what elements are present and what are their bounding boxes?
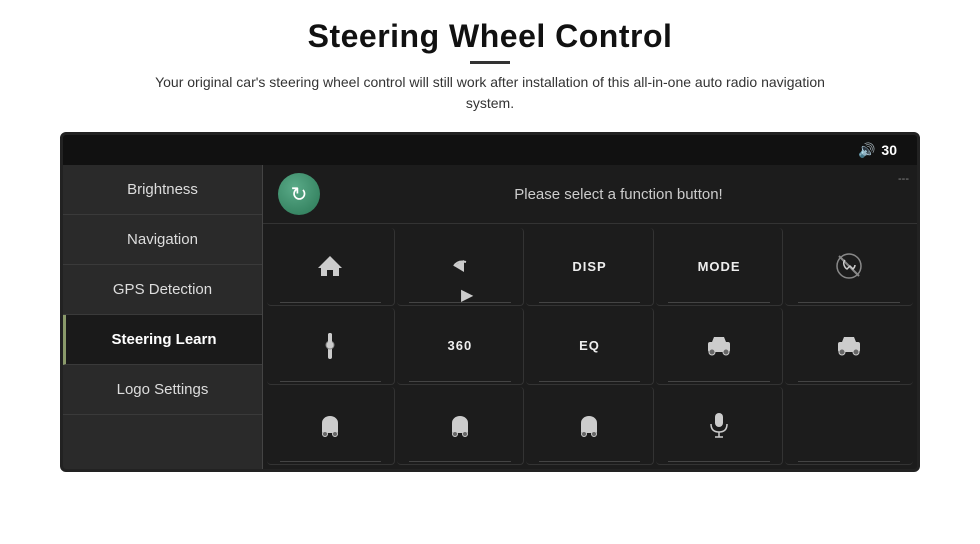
sidebar-item-navigation[interactable]: Navigation xyxy=(63,215,262,265)
screen-wrapper: 🔊 30 Brightness Navigation GPS Detection… xyxy=(60,132,920,472)
mode-label: MODE xyxy=(698,259,741,274)
func-btn-eq[interactable]: EQ xyxy=(526,308,654,386)
func-btn-car2[interactable] xyxy=(785,308,913,386)
func-btn-back[interactable] xyxy=(397,228,525,306)
func-btn-car4[interactable] xyxy=(397,387,525,465)
volume-level: 30 xyxy=(881,142,897,158)
title-section: Steering Wheel Control Your original car… xyxy=(140,18,840,114)
func-btn-home[interactable] xyxy=(267,228,395,306)
refresh-button[interactable]: ↻ xyxy=(278,173,320,215)
sidebar-item-steering[interactable]: Steering Learn xyxy=(63,315,262,365)
sidebar-item-gps[interactable]: GPS Detection xyxy=(63,265,262,315)
sidebar-item-logo[interactable]: Logo Settings xyxy=(63,365,262,415)
func-btn-car3[interactable] xyxy=(267,387,395,465)
func-btn-eq-settings[interactable] xyxy=(267,308,395,386)
page-title: Steering Wheel Control xyxy=(140,18,840,55)
subtitle: Your original car's steering wheel contr… xyxy=(140,72,840,114)
func-btn-mic[interactable] xyxy=(656,387,784,465)
sidebar-item-brightness[interactable]: Brightness xyxy=(63,165,262,215)
func-btn-mute-call[interactable] xyxy=(785,228,913,306)
page-container: Steering Wheel Control Your original car… xyxy=(0,0,980,544)
refresh-icon: ↻ xyxy=(291,182,308,207)
func-btn-mode[interactable]: MODE xyxy=(656,228,784,306)
sidebar-menu: Brightness Navigation GPS Detection Stee… xyxy=(63,165,263,469)
func-btn-360[interactable]: 360 xyxy=(397,308,525,386)
func-btn-disp[interactable]: DISP xyxy=(526,228,654,306)
func-btn-car5[interactable] xyxy=(526,387,654,465)
screen-topbar: 🔊 30 xyxy=(63,135,917,165)
screen-content: Brightness Navigation GPS Detection Stee… xyxy=(63,165,917,469)
prompt-text: Please select a function button! xyxy=(335,186,902,203)
title-divider xyxy=(470,61,510,64)
func-btn-empty xyxy=(785,387,913,465)
eq-label: EQ xyxy=(579,338,600,353)
functions-grid: DISP MODE xyxy=(263,224,917,469)
volume-icon: 🔊 xyxy=(858,142,875,159)
disp-label: DISP xyxy=(572,259,606,274)
panel-corner-indicator: --- xyxy=(898,173,909,185)
func-btn-car1[interactable] xyxy=(656,308,784,386)
content-panel: ↻ Please select a function button! --- xyxy=(263,165,917,469)
panel-header: ↻ Please select a function button! --- xyxy=(263,165,917,224)
360-label: 360 xyxy=(448,338,473,353)
